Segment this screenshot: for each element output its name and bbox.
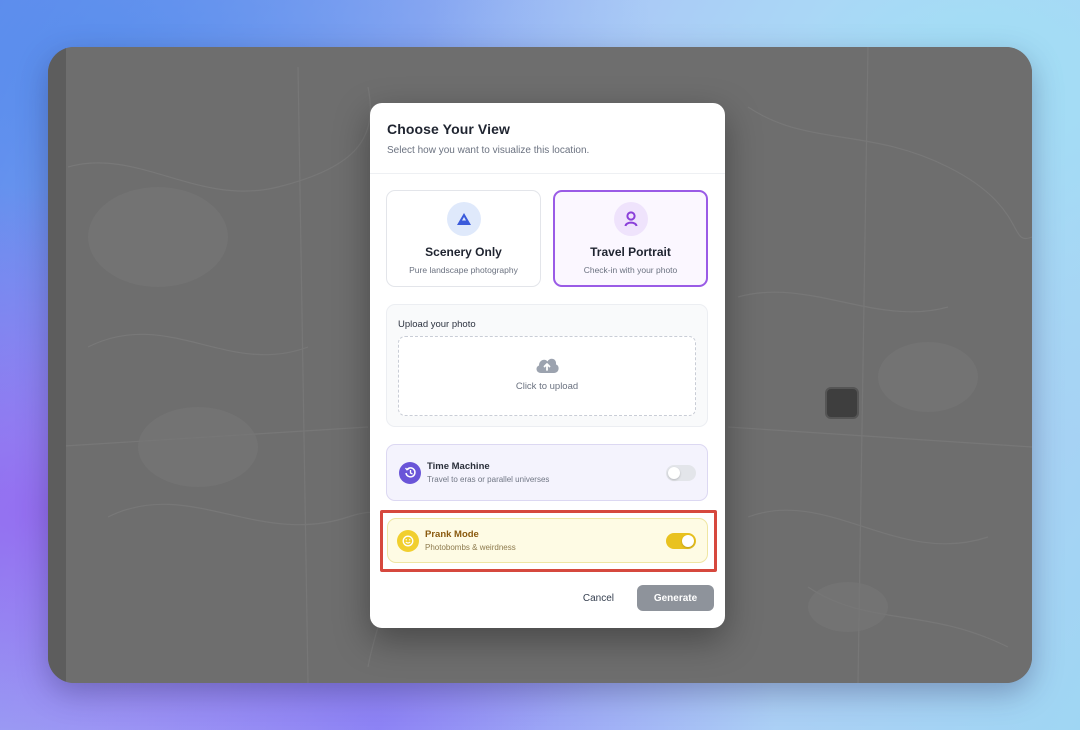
option-description: Pure landscape photography	[409, 265, 518, 275]
travel-portrait-option[interactable]: Travel Portrait Check-in with your photo	[553, 190, 708, 287]
upload-label: Upload your photo	[398, 319, 476, 330]
upload-prompt: Click to upload	[515, 381, 579, 392]
dialog-title: Choose Your View	[387, 121, 510, 137]
time-machine-text: Time Machine Travel to eras or parallel …	[427, 461, 549, 484]
time-machine-title: Time Machine	[427, 461, 490, 472]
person-icon	[613, 202, 648, 236]
option-description: Check-in with your photo	[583, 265, 678, 275]
generate-button[interactable]: Generate	[637, 585, 714, 611]
cancel-button[interactable]: Cancel	[577, 586, 620, 612]
upload-dropzone[interactable]: Click to upload	[398, 336, 696, 416]
toggle-knob	[668, 466, 680, 479]
time-machine-row: Time Machine Travel to eras or parallel …	[386, 444, 708, 501]
map-edge	[48, 47, 66, 683]
cloud-upload-icon	[399, 355, 695, 375]
choose-view-dialog: Choose Your View Select how you want to …	[370, 103, 725, 628]
upload-section: Upload your photo Click to upload	[386, 304, 708, 427]
time-machine-toggle[interactable]	[666, 464, 696, 481]
view-options: Scenery Only Pure landscape photography …	[386, 190, 708, 287]
scenery-only-option[interactable]: Scenery Only Pure landscape photography	[386, 190, 541, 287]
dialog-subtitle: Select how you want to visualize this lo…	[387, 145, 590, 156]
option-title: Scenery Only	[425, 245, 502, 259]
dialog-footer: Cancel Generate	[370, 573, 725, 628]
mountain-icon	[446, 202, 481, 236]
option-title: Travel Portrait	[590, 245, 671, 259]
time-machine-description: Travel to eras or parallel universes	[427, 475, 550, 484]
map-photo-marker[interactable]	[825, 387, 859, 419]
dialog-header: Choose Your View Select how you want to …	[370, 103, 725, 174]
prank-mode-highlight	[380, 510, 717, 572]
history-icon	[399, 461, 421, 484]
